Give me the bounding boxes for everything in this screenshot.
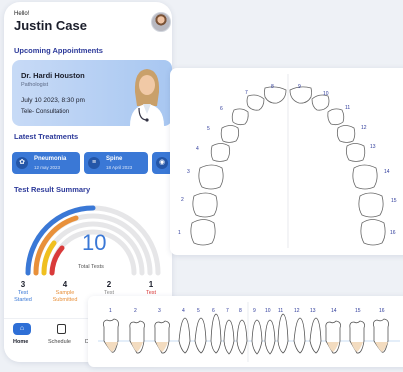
svg-text:16: 16 bbox=[390, 230, 396, 236]
tooth-7 bbox=[223, 319, 235, 355]
upper-jaw-diagram: 1 2 3 4 5 6 7 8 9 10 11 12 13 14 15 16 bbox=[178, 74, 397, 248]
svg-text:4: 4 bbox=[182, 308, 185, 314]
tooth-4 bbox=[210, 143, 231, 162]
tooth-12 bbox=[336, 125, 356, 143]
svg-text:14: 14 bbox=[384, 169, 390, 175]
svg-text:15: 15 bbox=[355, 308, 361, 314]
user-name: Justin Case bbox=[14, 18, 87, 33]
tooth-4 bbox=[178, 317, 191, 354]
svg-text:4: 4 bbox=[196, 146, 199, 152]
tooth-13 bbox=[309, 317, 322, 354]
tooth-15 bbox=[358, 192, 384, 218]
svg-text:7: 7 bbox=[226, 308, 229, 314]
treatment-name: Spine bbox=[106, 156, 123, 162]
tooth-6 bbox=[231, 108, 249, 126]
doctor-name: Dr. Hardi Houston bbox=[21, 71, 85, 80]
tooth-8 bbox=[236, 319, 248, 355]
tooth-row-diagram: 1 2 3 4 5 6 7 8 9 10 11 12 13 14 15 16 bbox=[98, 302, 400, 362]
tooth-16 bbox=[360, 219, 386, 246]
treatment-card-partial[interactable]: ◉ bbox=[152, 152, 172, 174]
kidney-icon: ◉ bbox=[156, 157, 168, 169]
home-icon[interactable]: ⌂ bbox=[13, 323, 31, 335]
stat-sample-submitted: 4 Sample Submitted bbox=[52, 280, 78, 303]
stat-test-3: 2 Test bbox=[103, 280, 115, 296]
test-summary-title: Test Result Summary bbox=[14, 185, 91, 194]
svg-text:2: 2 bbox=[134, 308, 137, 314]
tooth-strip-chart: 1 2 3 4 5 6 7 8 9 10 11 12 13 14 15 16 bbox=[88, 296, 403, 367]
svg-text:2: 2 bbox=[181, 197, 184, 203]
svg-text:13: 13 bbox=[310, 308, 316, 314]
svg-text:1: 1 bbox=[178, 230, 181, 236]
tooth-11 bbox=[327, 108, 345, 126]
treatment-date: 12 may 2023 bbox=[34, 165, 61, 170]
svg-text:5: 5 bbox=[197, 308, 200, 314]
svg-text:11: 11 bbox=[278, 308, 283, 314]
tooth-10 bbox=[264, 319, 276, 355]
greeting-text: Hello! bbox=[14, 11, 30, 17]
svg-text:13: 13 bbox=[370, 144, 376, 150]
svg-text:3: 3 bbox=[158, 308, 161, 314]
tooth-9 bbox=[251, 319, 263, 355]
svg-text:8: 8 bbox=[239, 308, 242, 314]
consultation-mode: Tele- Consultation bbox=[21, 109, 70, 115]
tooth-11 bbox=[277, 313, 289, 354]
profile-avatar[interactable] bbox=[151, 12, 171, 32]
stat-test-started: 3 Test Started bbox=[14, 280, 32, 303]
treatment-card-spine[interactable]: ≡ Spine 18 April 2023 bbox=[84, 152, 148, 174]
latest-treatments-title: Latest Treatments bbox=[14, 132, 79, 141]
tooth-14 bbox=[352, 164, 378, 190]
appointment-card[interactable]: Dr. Hardi Houston Pathologist July 10 20… bbox=[12, 60, 172, 126]
tooth-10 bbox=[311, 94, 330, 111]
svg-text:16: 16 bbox=[379, 308, 385, 314]
svg-text:8: 8 bbox=[271, 84, 274, 90]
svg-text:9: 9 bbox=[298, 84, 301, 90]
tooth-12 bbox=[293, 317, 306, 354]
tooth-7 bbox=[246, 94, 265, 111]
svg-text:15: 15 bbox=[391, 198, 397, 204]
svg-text:6: 6 bbox=[220, 106, 223, 112]
tooth-2 bbox=[192, 192, 218, 218]
tooth-6 bbox=[210, 313, 222, 354]
lungs-icon: ✿ bbox=[16, 157, 28, 169]
tooth-13 bbox=[345, 143, 366, 162]
svg-text:10: 10 bbox=[323, 91, 329, 97]
svg-text:1: 1 bbox=[109, 308, 112, 314]
svg-text:10: 10 bbox=[265, 308, 271, 314]
appointment-datetime: July 10 2023, 8:30 pm bbox=[21, 97, 85, 104]
total-tests-label: Total Tests bbox=[78, 264, 104, 270]
calendar-icon[interactable] bbox=[57, 324, 66, 334]
tooth-5 bbox=[194, 317, 207, 354]
doctor-photo bbox=[130, 69, 164, 126]
svg-text:7: 7 bbox=[245, 90, 248, 96]
stat-test-4: 1 Test bbox=[145, 280, 157, 296]
svg-text:14: 14 bbox=[331, 308, 337, 314]
nav-schedule[interactable]: Schedule bbox=[48, 339, 71, 345]
treatment-card-pneumonia[interactable]: ✿ Pneumonia 12 may 2023 bbox=[12, 152, 80, 174]
treatment-name: Pneumonia bbox=[34, 156, 67, 162]
treatment-date: 18 April 2023 bbox=[106, 165, 133, 170]
tooth-8 bbox=[264, 86, 287, 104]
upcoming-appointments-title: Upcoming Appointments bbox=[14, 46, 103, 55]
svg-text:3: 3 bbox=[187, 169, 190, 175]
doctor-specialty: Pathologist bbox=[21, 82, 49, 88]
nav-home[interactable]: Home bbox=[13, 339, 28, 345]
svg-text:11: 11 bbox=[345, 105, 350, 111]
dental-arch-chart: 1 2 3 4 5 6 7 8 9 10 11 12 13 14 15 16 bbox=[170, 68, 403, 255]
svg-text:9: 9 bbox=[253, 308, 256, 314]
tooth-1 bbox=[190, 219, 216, 246]
tooth-3 bbox=[198, 164, 224, 190]
spine-icon: ≡ bbox=[88, 157, 100, 169]
tooth-5 bbox=[220, 125, 240, 143]
total-tests-value: 10 bbox=[82, 230, 107, 255]
svg-text:12: 12 bbox=[294, 308, 300, 314]
svg-text:5: 5 bbox=[207, 126, 210, 132]
svg-text:12: 12 bbox=[361, 125, 367, 131]
svg-text:6: 6 bbox=[212, 308, 215, 314]
